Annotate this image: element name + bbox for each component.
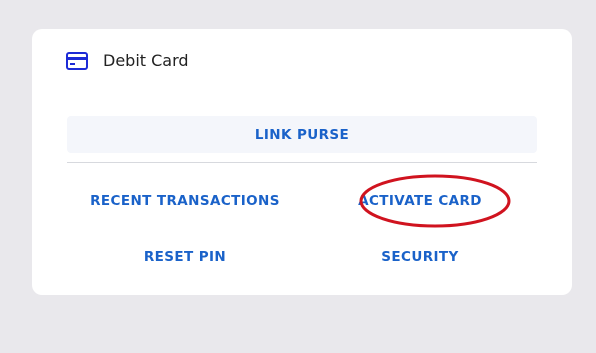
activate-card-label: ACTIVATE CARD [358,193,482,209]
card-header: Debit Card [66,51,189,70]
card-title: Debit Card [103,51,189,70]
credit-card-icon [66,51,88,70]
link-purse-button[interactable]: LINK PURSE [67,116,537,153]
reset-pin-button[interactable]: RESET PIN [67,249,303,265]
security-label: SECURITY [381,249,459,265]
divider [67,162,537,163]
security-button[interactable]: SECURITY [302,249,538,265]
debit-card-panel: Debit Card LINK PURSE RECENT TRANSACTION… [32,29,572,295]
activate-card-button[interactable]: ACTIVATE CARD [302,193,538,209]
reset-pin-label: RESET PIN [143,249,227,265]
link-purse-label: LINK PURSE [254,126,350,143]
recent-transactions-label: RECENT TRANSACTIONS [90,193,280,209]
recent-transactions-button[interactable]: RECENT TRANSACTIONS [67,193,303,209]
